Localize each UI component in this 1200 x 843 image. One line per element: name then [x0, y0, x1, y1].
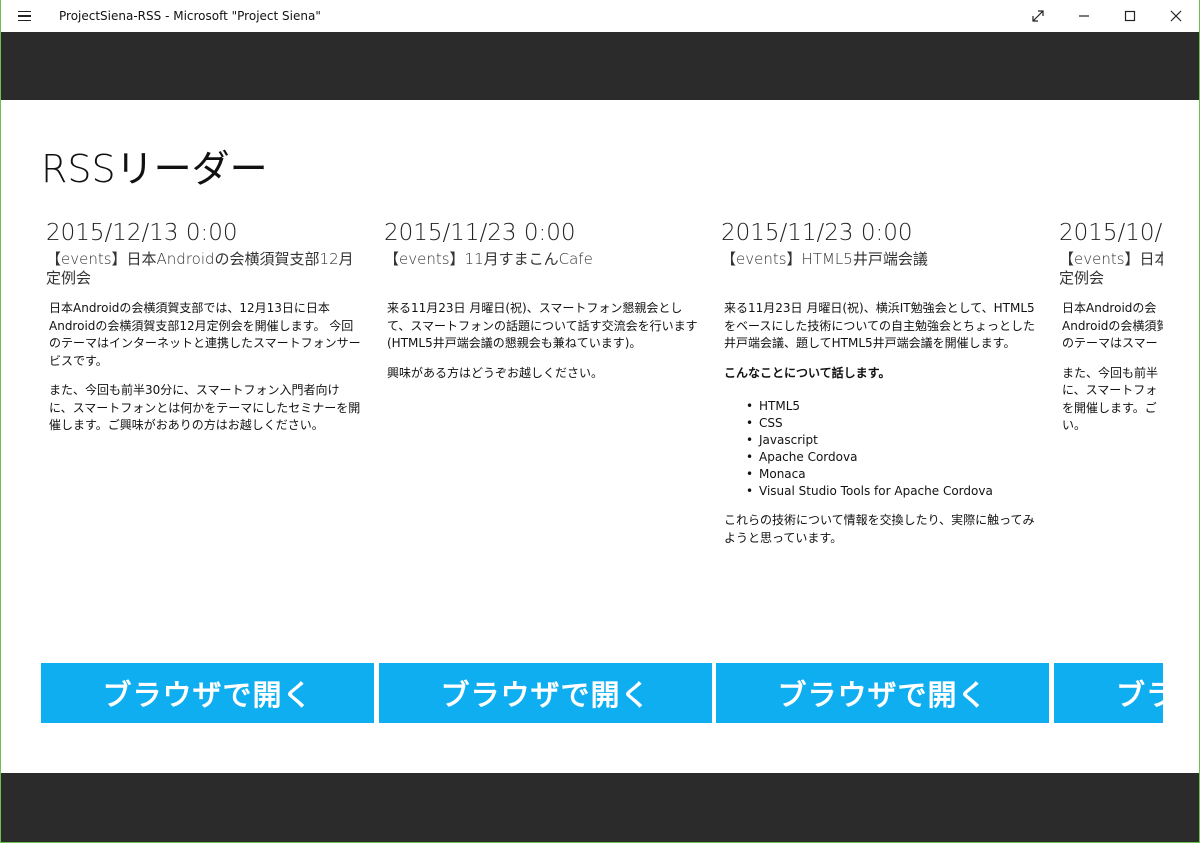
list-item: HTML5 — [746, 398, 1036, 415]
rss-card: 2015/11/23 0:00 【events】HTML5井戸端会議 来る11月… — [716, 210, 1050, 730]
rss-card: 2015/10/1 【events】日本 定例会 日本Androidの会 And… — [1054, 210, 1163, 730]
card-body: 日本Androidの会横須賀支部では、12月13日に日本Androidの会横須賀… — [49, 300, 361, 447]
card-paragraph: 興味がある方はどうぞお越しください。 — [387, 365, 604, 380]
card-date: 2015/11/23 0:00 — [384, 220, 576, 246]
minimize-icon[interactable] — [1061, 0, 1107, 32]
open-in-browser-button[interactable]: ブラウザで開く — [41, 663, 374, 723]
list-item: Apache Cordova — [746, 449, 1036, 466]
card-paragraph: これらの技術について情報を交換したり、実際に触ってみようと思っています。 — [724, 513, 1035, 545]
card-paragraph: 日本Androidの会 Androidの会横須賀 のテーマはスマー — [1062, 300, 1163, 353]
card-date: 2015/12/13 0:00 — [46, 220, 238, 246]
expand-icon[interactable] — [1015, 0, 1061, 32]
card-date: 2015/11/23 0:00 — [721, 220, 913, 246]
card-paragraph: 来る11月23日 月曜日(祝)、スマートフォン懇親会として、スマートフォンの話題… — [387, 301, 698, 350]
open-in-browser-button[interactable]: ブラウザで開く — [716, 663, 1049, 723]
card-text-line: に、スマートフォ — [1062, 383, 1158, 397]
topic-list: HTML5 CSS Javascript Apache Cordova Mona… — [746, 398, 1036, 500]
card-paragraph: また、今回も前半 に、スマートフォ を開催します。ご い。 — [1062, 365, 1163, 435]
window-title: ProjectSiena-RSS - Microsoft "Project Si… — [59, 9, 321, 23]
card-title: 【events】HTML5井戸端会議 — [721, 250, 928, 268]
header-band — [1, 32, 1199, 100]
card-title-line: 【events】日本 — [1059, 250, 1163, 268]
card-title: 【events】日本 定例会 — [1059, 250, 1163, 288]
card-title: 【events】11月すまこんCafe — [384, 250, 593, 268]
list-item: Visual Studio Tools for Apache Cordova — [746, 483, 1036, 500]
hamburger-menu-icon[interactable] — [1, 0, 47, 32]
open-in-browser-button[interactable]: ブラウザで開く — [379, 663, 712, 723]
footer-band — [1, 773, 1199, 842]
card-paragraph: 来る11月23日 月曜日(祝)、横浜IT勉強会として、HTML5をベースにした技… — [724, 301, 1036, 350]
card-paragraph: 日本Androidの会横須賀支部では、12月13日に日本Androidの会横須賀… — [49, 301, 361, 368]
open-in-browser-button[interactable]: ブラ — [1054, 663, 1163, 723]
maximize-icon[interactable] — [1107, 0, 1153, 32]
title-bar: ProjectSiena-RSS - Microsoft "Project Si… — [1, 0, 1199, 32]
card-body: 来る11月23日 月曜日(祝)、横浜IT勉強会として、HTML5をベースにした技… — [724, 300, 1036, 559]
rss-card: 2015/11/23 0:00 【events】11月すまこんCafe 来る11… — [379, 210, 713, 730]
page-title: RSSリーダー — [41, 147, 268, 191]
app-window: ProjectSiena-RSS - Microsoft "Project Si… — [0, 0, 1200, 843]
caption-buttons — [1015, 0, 1199, 32]
close-icon[interactable] — [1153, 0, 1199, 32]
list-item: Monaca — [746, 466, 1036, 483]
card-text-line: 日本Androidの会 — [1062, 301, 1157, 315]
card-body: 来る11月23日 月曜日(祝)、スマートフォン懇親会として、スマートフォンの話題… — [387, 300, 699, 394]
rss-card: 2015/12/13 0:00 【events】日本Androidの会横須賀支部… — [41, 210, 375, 730]
card-date: 2015/10/1 — [1059, 220, 1163, 246]
card-bold-heading: こんなことについて話します。 — [724, 365, 891, 380]
card-title: 【events】日本Androidの会横須賀支部12月定例会 — [46, 250, 354, 287]
card-title-line: 定例会 — [1059, 269, 1105, 287]
card-text-line: い。 — [1062, 418, 1087, 432]
card-text-line: のテーマはスマー — [1062, 336, 1158, 350]
list-item: CSS — [746, 415, 1036, 432]
card-body: 日本Androidの会 Androidの会横須賀 のテーマはスマー また、今回も… — [1062, 300, 1163, 447]
card-text-line: Androidの会横須賀 — [1062, 318, 1163, 333]
card-paragraph: また、今回も前半30分に、スマートフォン入門者向けに、スマートフォンとは何かをテ… — [49, 383, 361, 432]
card-text-line: また、今回も前半 — [1062, 365, 1159, 380]
rss-gallery[interactable]: 2015/12/13 0:00 【events】日本Androidの会横須賀支部… — [41, 210, 1163, 730]
card-text-line: を開催します。ご — [1062, 400, 1157, 415]
list-item: Javascript — [746, 432, 1036, 449]
